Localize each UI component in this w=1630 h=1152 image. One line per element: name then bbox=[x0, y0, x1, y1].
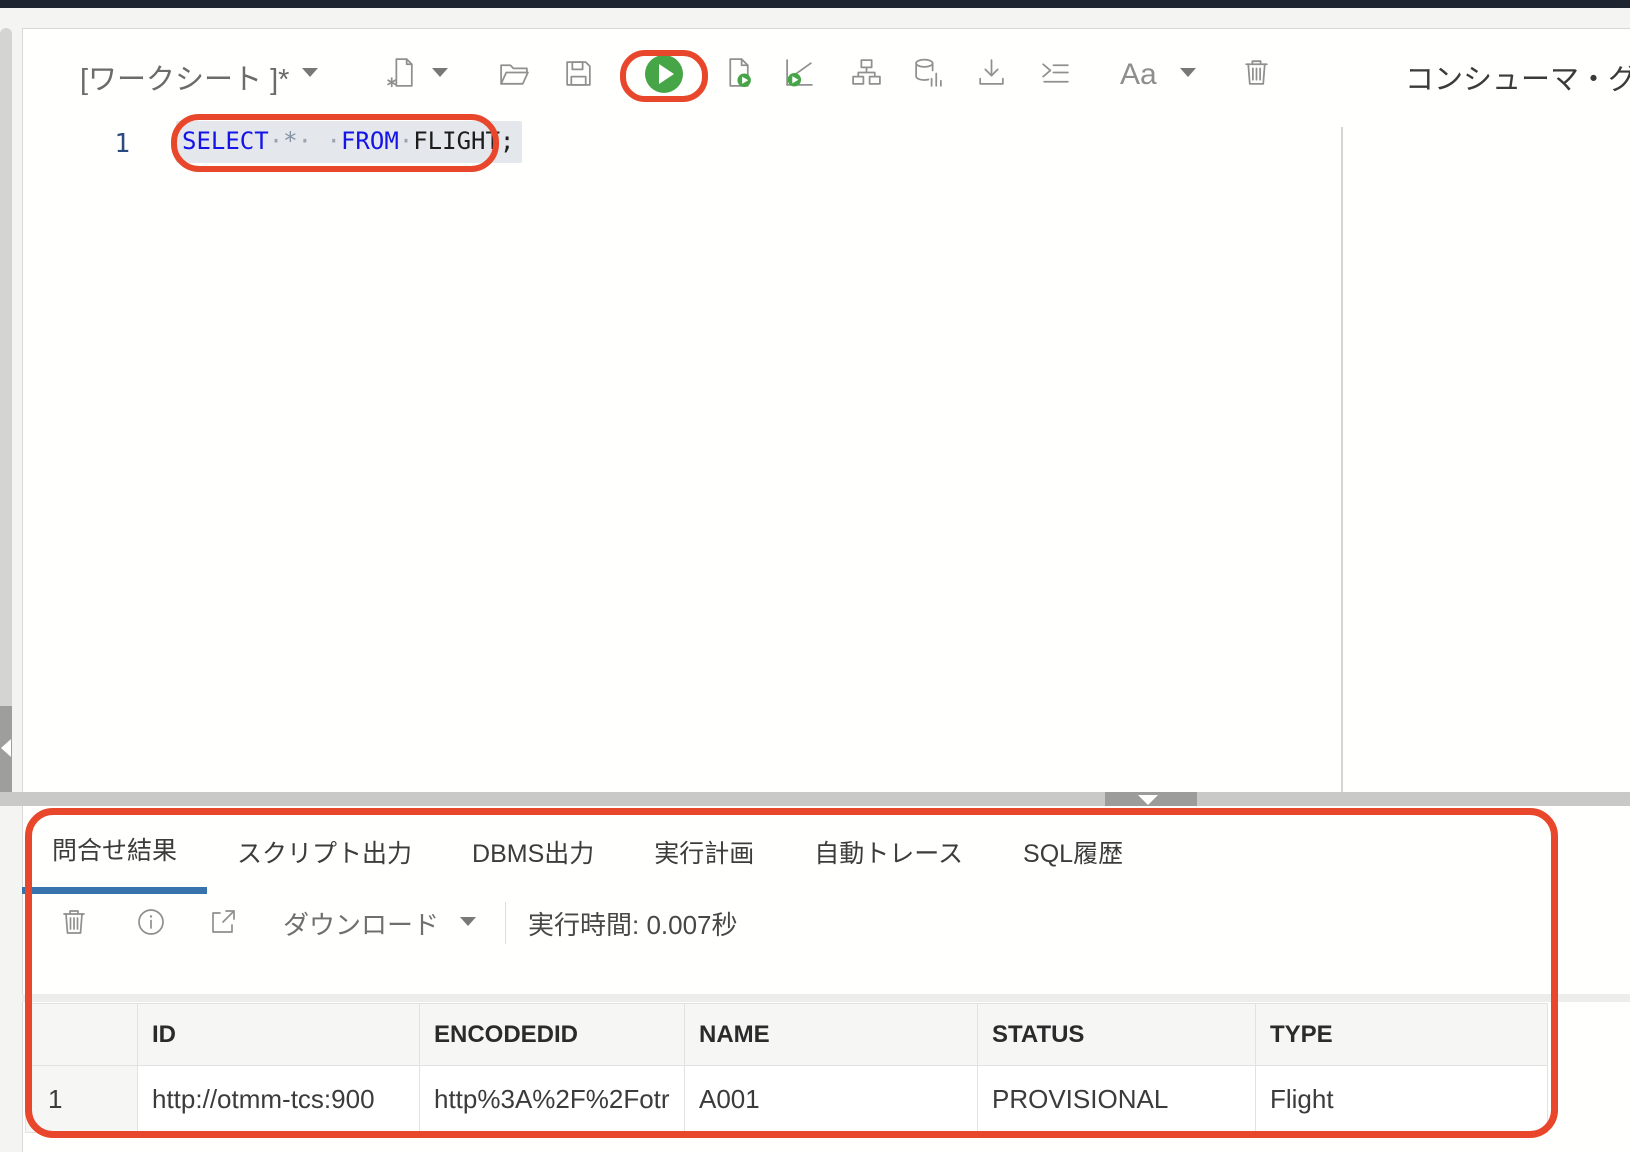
whitespace-dot: · bbox=[269, 127, 283, 155]
sql-keyword-from: FROM bbox=[341, 127, 399, 155]
cell-status[interactable]: PROVISIONAL bbox=[978, 1066, 1256, 1133]
new-worksheet-icon[interactable] bbox=[385, 56, 418, 89]
rownum-header[interactable] bbox=[26, 1004, 138, 1066]
new-worksheet-caret-icon[interactable] bbox=[432, 68, 448, 77]
left-scroll-strip[interactable] bbox=[0, 28, 12, 792]
line-number: 1 bbox=[95, 129, 130, 159]
save-icon[interactable] bbox=[562, 57, 595, 90]
cell-id[interactable]: http://otmm-tcs:900 bbox=[138, 1066, 420, 1133]
tab-autotrace[interactable]: 自動トレース bbox=[784, 810, 993, 894]
play-icon bbox=[659, 64, 674, 84]
editor-right-divider bbox=[1341, 127, 1343, 792]
collapse-left-icon bbox=[1, 739, 11, 757]
clear-worksheet-trash-icon[interactable] bbox=[1240, 55, 1273, 88]
info-icon[interactable] bbox=[135, 906, 167, 938]
consumer-group-label: コンシューマ・グ bbox=[1405, 56, 1630, 98]
download-caret-icon[interactable] bbox=[460, 917, 476, 926]
open-file-icon[interactable] bbox=[498, 57, 531, 90]
results-tab-bar: 問合せ結果 スクリプト出力 DBMS出力 実行計画 自動トレース SQL履歴 bbox=[22, 810, 1153, 894]
sql-tuning-icon[interactable] bbox=[912, 56, 945, 89]
tab-explain-plan[interactable]: 実行計画 bbox=[624, 810, 784, 894]
results-table: ID ENCODEDID NAME STATUS TYPE 1 http://o… bbox=[25, 1003, 1548, 1133]
whitespace-dots: · · bbox=[298, 127, 341, 155]
worksheet-menu-caret-icon[interactable] bbox=[302, 68, 318, 77]
open-in-new-icon[interactable] bbox=[207, 906, 239, 938]
splitter-collapse-handle[interactable] bbox=[1105, 792, 1197, 806]
col-header-status[interactable]: STATUS bbox=[978, 1004, 1256, 1066]
tab-dbms-output[interactable]: DBMS出力 bbox=[442, 810, 624, 894]
browser-chrome-bar bbox=[0, 0, 1630, 8]
whitespace-dot: · bbox=[399, 127, 413, 155]
grid-top-gap bbox=[22, 994, 1630, 1002]
worksheet-title[interactable]: [ワークシート ]* bbox=[80, 56, 289, 98]
sql-keyword-select: SELECT bbox=[182, 127, 269, 155]
left-collapse-handle[interactable] bbox=[0, 706, 12, 792]
col-header-type[interactable]: TYPE bbox=[1256, 1004, 1548, 1066]
horizontal-splitter[interactable] bbox=[0, 792, 1630, 806]
font-size-caret-icon[interactable] bbox=[1180, 68, 1196, 77]
cell-name[interactable]: A001 bbox=[685, 1066, 978, 1133]
run-statement-button[interactable] bbox=[645, 55, 683, 93]
col-header-id[interactable]: ID bbox=[138, 1004, 420, 1066]
delete-results-trash-icon[interactable] bbox=[58, 905, 90, 937]
sql-statement[interactable]: SELECT·*· ·FROM·FLIGHT; bbox=[176, 121, 522, 163]
collapse-down-icon bbox=[1138, 795, 1158, 805]
tab-query-result[interactable]: 問合せ結果 bbox=[22, 810, 207, 894]
cell-encodedid[interactable]: http%3A%2F%2Fotr bbox=[420, 1066, 685, 1133]
toolbar-separator bbox=[505, 902, 506, 944]
download-results-button[interactable]: ダウンロード bbox=[283, 905, 439, 942]
col-header-encodedid[interactable]: ENCODEDID bbox=[420, 1004, 685, 1066]
run-script-icon[interactable] bbox=[722, 56, 755, 89]
explain-plan-icon[interactable] bbox=[850, 56, 883, 89]
sql-star: * bbox=[283, 127, 297, 155]
format-icon[interactable] bbox=[1039, 56, 1072, 89]
autotrace-chart-icon[interactable] bbox=[783, 56, 816, 89]
execution-time-label: 実行時間: 0.007秒 bbox=[528, 905, 738, 942]
table-row: 1 http://otmm-tcs:900 http%3A%2F%2Fotr A… bbox=[26, 1066, 1548, 1133]
cell-type[interactable]: Flight bbox=[1256, 1066, 1548, 1133]
header-row: ID ENCODEDID NAME STATUS TYPE bbox=[26, 1004, 1548, 1066]
sql-table-name: FLIGHT; bbox=[413, 127, 514, 155]
col-header-name[interactable]: NAME bbox=[685, 1004, 978, 1066]
tab-script-output[interactable]: スクリプト出力 bbox=[207, 810, 442, 894]
sql-editor[interactable] bbox=[22, 114, 1630, 792]
row-number-cell[interactable]: 1 bbox=[26, 1066, 138, 1133]
tab-sql-history[interactable]: SQL履歴 bbox=[993, 810, 1153, 894]
download-icon[interactable] bbox=[975, 56, 1008, 89]
font-size-button[interactable]: Aa bbox=[1120, 58, 1157, 92]
